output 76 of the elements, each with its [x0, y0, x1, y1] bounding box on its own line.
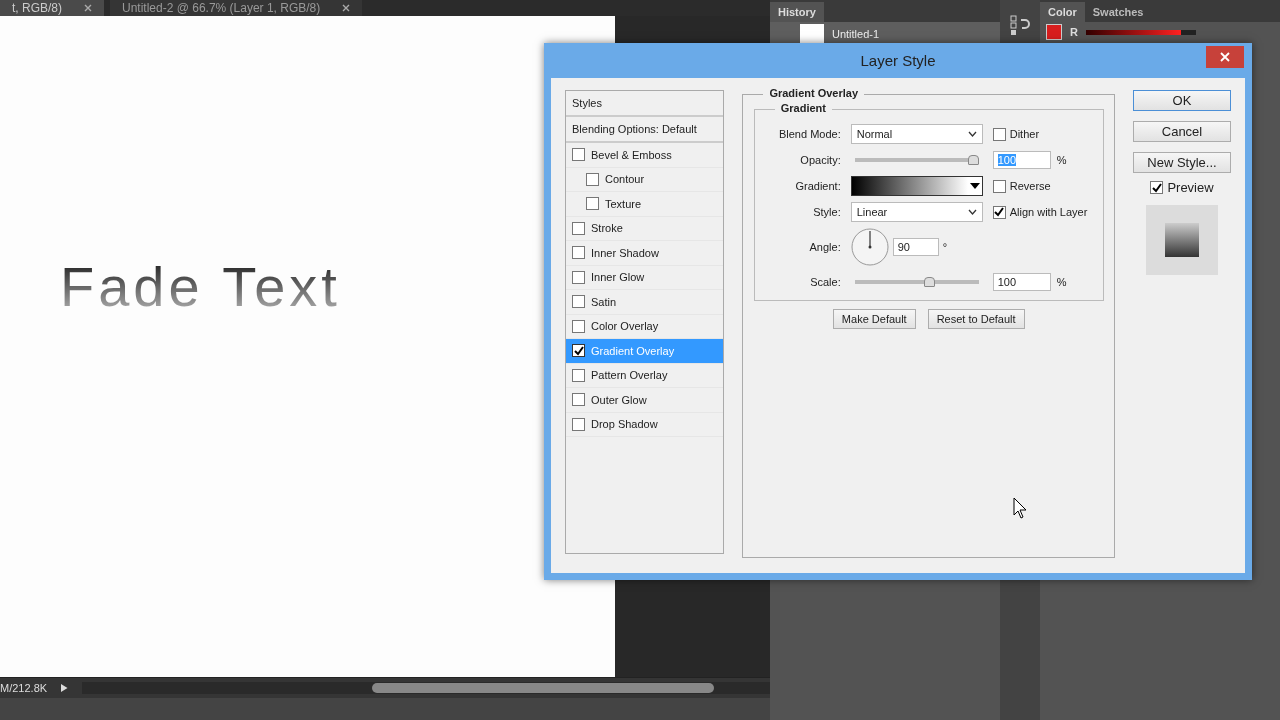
- dialog-button[interactable]: Cancel: [1133, 121, 1231, 142]
- section-button[interactable]: Make Default: [832, 309, 916, 329]
- dither-checkbox[interactable]: Dither: [992, 127, 1103, 141]
- angle-dial[interactable]: [850, 228, 889, 266]
- style-item[interactable]: Bevel & Emboss: [566, 143, 724, 168]
- check-icon: [1151, 182, 1162, 193]
- field-label: Style:: [812, 206, 841, 218]
- close-icon[interactable]: [342, 4, 351, 12]
- horizontal-scrollbar[interactable]: [81, 682, 770, 694]
- close-button[interactable]: [1206, 46, 1244, 68]
- style-item[interactable]: Stroke: [566, 216, 724, 241]
- field-label: Opacity:: [799, 154, 841, 166]
- play-icon[interactable]: [61, 683, 68, 693]
- checkbox[interactable]: [572, 417, 585, 431]
- style-dropdown[interactable]: Linear: [850, 202, 983, 222]
- field-label: Scale:: [809, 276, 841, 288]
- check-icon: [994, 207, 1005, 217]
- group-title: Gradient: [774, 102, 832, 114]
- style-item[interactable]: Inner Shadow: [566, 241, 724, 266]
- scale-field[interactable]: 100: [992, 273, 1051, 291]
- dialog-button[interactable]: New Style...: [1133, 152, 1231, 173]
- mouse-cursor: [1013, 497, 1027, 519]
- dialog-button[interactable]: OK: [1133, 90, 1231, 111]
- dialog-title: Layer Style: [860, 52, 936, 69]
- checkbox[interactable]: [572, 148, 585, 162]
- section-button[interactable]: Reset to Default: [927, 309, 1025, 329]
- channel-label: R: [1070, 26, 1078, 38]
- close-icon: [1220, 52, 1230, 62]
- slider-thumb[interactable]: [967, 155, 979, 165]
- checkbox[interactable]: [572, 344, 585, 358]
- field-label: Gradient:: [794, 180, 841, 192]
- align-checkbox[interactable]: Align with Layer: [992, 205, 1103, 219]
- style-item[interactable]: Inner Glow: [566, 265, 724, 290]
- history-icon[interactable]: [1009, 14, 1031, 36]
- checkbox[interactable]: [572, 319, 585, 333]
- opacity-slider[interactable]: [854, 155, 979, 165]
- checkbox[interactable]: [572, 270, 585, 284]
- style-item[interactable]: Texture: [566, 192, 724, 217]
- document-size: M/212.8K: [0, 682, 48, 694]
- checkbox[interactable]: [572, 393, 585, 407]
- field-label: Blend Mode:: [777, 128, 841, 140]
- blend-mode-dropdown[interactable]: Normal: [850, 124, 983, 144]
- reverse-checkbox[interactable]: Reverse: [992, 179, 1103, 193]
- field-label: Angle:: [808, 241, 841, 253]
- channel-slider[interactable]: [1085, 29, 1196, 35]
- style-item[interactable]: Satin: [566, 290, 724, 315]
- checkbox[interactable]: [572, 246, 585, 260]
- checkbox[interactable]: [572, 295, 585, 309]
- style-item[interactable]: Blending Options: Default: [566, 117, 724, 143]
- style-item[interactable]: Outer Glow: [566, 388, 724, 413]
- document-tab[interactable]: t, RGB/8): [0, 0, 104, 16]
- angle-field[interactable]: 90: [892, 238, 939, 256]
- close-icon[interactable]: [84, 4, 92, 12]
- style-item[interactable]: Styles: [566, 91, 724, 117]
- checkbox[interactable]: [586, 197, 599, 211]
- unit-label: °: [942, 241, 948, 253]
- checkbox[interactable]: [586, 172, 599, 186]
- foreground-swatch[interactable]: [1046, 24, 1062, 40]
- section-title: Gradient Overlay: [763, 87, 865, 99]
- checkbox[interactable]: [572, 221, 585, 235]
- checkbox[interactable]: [572, 368, 585, 382]
- style-item[interactable]: Pattern Overlay: [566, 363, 724, 388]
- style-item[interactable]: Drop Shadow: [566, 412, 724, 437]
- gradient-picker[interactable]: [850, 176, 983, 196]
- unit-label: %: [1056, 154, 1067, 166]
- caret-icon: [967, 209, 977, 215]
- preview-thumbnail: [1146, 205, 1218, 275]
- slider-thumb[interactable]: [923, 277, 935, 287]
- panel-tab[interactable]: History: [770, 2, 824, 22]
- panel-tab[interactable]: Color: [1040, 2, 1085, 22]
- style-item[interactable]: Contour: [566, 167, 724, 192]
- caret-icon: [967, 131, 977, 137]
- document-tab[interactable]: Untitled-2 @ 66.7% (Layer 1, RGB/8): [110, 0, 363, 16]
- unit-label: %: [1056, 276, 1067, 288]
- preview-checkbox[interactable]: Preview: [1150, 180, 1214, 195]
- history-item[interactable]: Untitled-1: [770, 22, 1000, 46]
